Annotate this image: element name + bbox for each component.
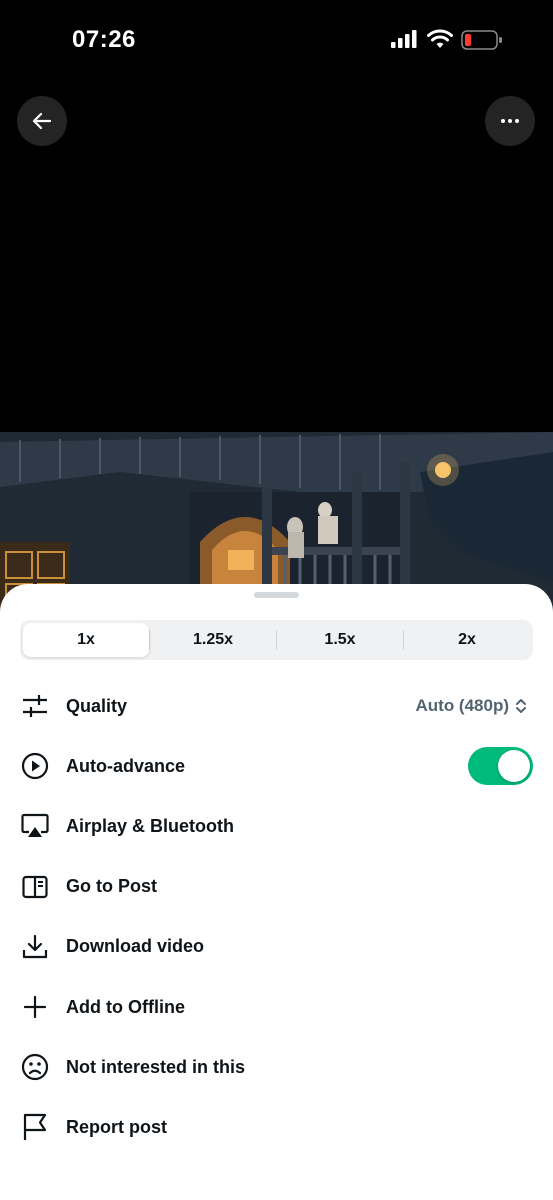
menu-item-label: Airplay & Bluetooth (66, 815, 235, 836)
options-menu: Quality Auto (480p) Auto-advance Airplay… (0, 676, 553, 1158)
plus-icon (21, 993, 49, 1021)
airplay-icon (21, 812, 49, 840)
menu-item-auto-advance[interactable]: Auto-advance (0, 736, 553, 796)
video-options-sheet: 1x 1.25x 1.5x 2x Quality Auto (480p) Aut… (0, 584, 553, 1200)
quality-value: Auto (480p) (415, 696, 510, 716)
menu-item-quality[interactable]: Quality Auto (480p) (0, 676, 553, 736)
toggle-knob (498, 750, 530, 783)
status-bar: 07:26 (0, 0, 553, 80)
wifi-icon (427, 29, 453, 48)
sliders-icon (21, 692, 49, 720)
auto-advance-toggle[interactable] (468, 747, 533, 786)
speed-option-1x[interactable]: 1x (23, 623, 149, 657)
menu-item-label: Auto-advance (66, 755, 186, 776)
menu-item-label: Go to Post (66, 876, 157, 897)
flag-icon (21, 1113, 49, 1141)
more-horizontal-icon (501, 119, 519, 123)
speed-option-label: 1.5x (324, 631, 356, 648)
menu-item-report-post[interactable]: Report post (0, 1097, 553, 1157)
cellular-signal-icon (391, 30, 417, 48)
battery-icon (461, 30, 502, 50)
sheet-grabber[interactable] (254, 592, 299, 598)
menu-item-not-interested[interactable]: Not interested in this (0, 1037, 553, 1097)
menu-item-go-to-post[interactable]: Go to Post (0, 857, 553, 917)
menu-item-label: Not interested in this (66, 1056, 246, 1077)
play-circle-icon (21, 752, 49, 780)
menu-item-label: Add to Offline (66, 996, 185, 1017)
speed-option-1-5x[interactable]: 1.5x (277, 623, 403, 657)
arrow-left-icon (32, 112, 52, 130)
menu-item-add-to-offline[interactable]: Add to Offline (0, 977, 553, 1037)
menu-item-label: Report post (66, 1116, 167, 1137)
video-player[interactable] (0, 0, 553, 632)
frown-icon (21, 1053, 49, 1081)
speed-option-2x[interactable]: 2x (404, 623, 530, 657)
menu-item-label: Download video (66, 936, 205, 957)
speed-option-label: 2x (458, 631, 476, 648)
speed-option-1-25x[interactable]: 1.25x (150, 623, 276, 657)
playback-speed-selector: 1x 1.25x 1.5x 2x (20, 620, 533, 660)
status-time: 07:26 (72, 26, 136, 53)
chevron-up-down-icon (516, 699, 526, 714)
speed-option-label: 1.25x (192, 631, 234, 648)
post-panel-icon (21, 873, 49, 901)
more-options-button[interactable] (485, 96, 535, 146)
menu-item-download-video[interactable]: Download video (0, 917, 553, 977)
menu-item-label: Quality (66, 695, 128, 716)
speed-option-label: 1x (77, 631, 95, 648)
quality-selector[interactable]: Auto (480p) (416, 696, 528, 716)
menu-item-airplay-bluetooth[interactable]: Airplay & Bluetooth (0, 796, 553, 856)
download-icon (21, 933, 49, 961)
back-button[interactable] (17, 96, 67, 146)
